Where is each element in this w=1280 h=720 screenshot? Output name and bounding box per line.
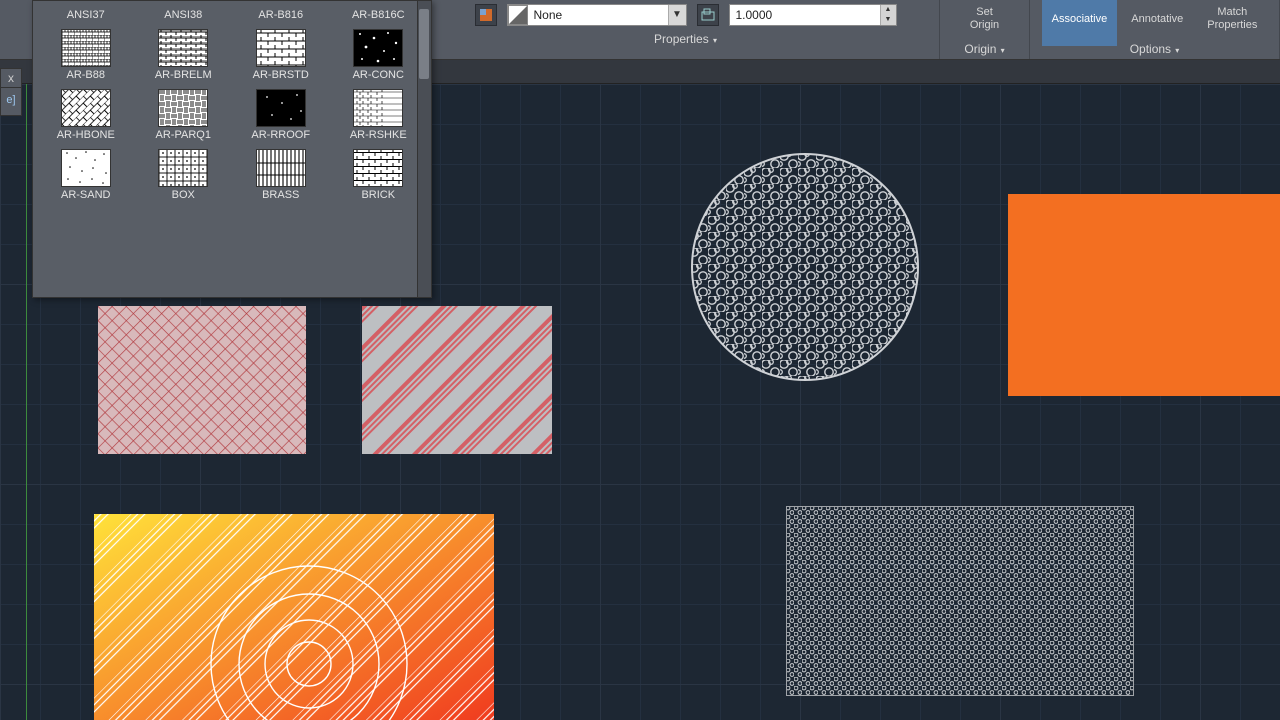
hatch-rect-orange[interactable] — [1008, 194, 1280, 396]
pattern-item[interactable]: BRASS — [234, 147, 328, 203]
pattern-swatch — [61, 149, 111, 187]
hatch-rect-crosshatch[interactable] — [98, 306, 306, 454]
hatch-rect-gradient[interactable] — [94, 514, 494, 720]
hatch-circle-honeycomb[interactable] — [690, 152, 920, 382]
spinner[interactable]: ▲▼ — [880, 5, 896, 25]
scrollbar[interactable] — [417, 1, 431, 297]
pattern-swatch — [353, 29, 403, 67]
pattern-item[interactable]: AR-B816 — [234, 5, 328, 23]
pattern-swatch — [158, 149, 208, 187]
pattern-item[interactable]: AR-BRELM — [137, 27, 231, 83]
pattern-item[interactable]: BOX — [137, 147, 231, 203]
pattern-item[interactable]: AR-RROOF — [234, 87, 328, 143]
pattern-item[interactable]: AR-CONC — [332, 27, 426, 83]
pattern-item[interactable]: AR-RSHKE — [332, 87, 426, 143]
pattern-item[interactable]: AR-HBONE — [39, 87, 133, 143]
hatch-rect-diagonal[interactable] — [362, 306, 552, 454]
pattern-item[interactable]: AR-B816C — [332, 5, 426, 23]
chevron-down-icon: ▾ — [711, 36, 717, 45]
close-icon[interactable]: x — [1, 69, 21, 88]
pattern-swatch — [158, 29, 208, 67]
scale-icon[interactable] — [697, 4, 719, 26]
pattern-item[interactable]: AR-BRSTD — [234, 27, 328, 83]
app-root: { "ribbon": { "fill_value": "None", "sca… — [0, 0, 1280, 720]
associative-button[interactable]: Associative — [1042, 0, 1118, 46]
pattern-item[interactable]: AR-B88 — [39, 27, 133, 83]
hatch-fill-dropdown[interactable]: None ▼ — [507, 4, 687, 26]
background-color-icon[interactable] — [475, 4, 497, 26]
pattern-swatch — [256, 29, 306, 67]
pattern-swatch — [158, 89, 208, 127]
pattern-item[interactable]: AR-SAND — [39, 147, 133, 203]
tab-label: e] — [1, 88, 21, 112]
set-origin-button[interactable]: Set Origin — [960, 2, 1009, 36]
fill-none-chip-icon — [508, 5, 528, 25]
hatch-rect-hexdots[interactable] — [786, 506, 1134, 696]
origin-panel-label[interactable]: Origin ▾ — [964, 42, 1004, 56]
pattern-item[interactable]: AR-PARQ1 — [137, 87, 231, 143]
pattern-swatch — [256, 149, 306, 187]
annotative-button[interactable]: Annotative — [1121, 0, 1193, 46]
drawing-tab[interactable]: x e] — [0, 68, 22, 116]
scale-value: 1.0000 — [730, 8, 880, 22]
pattern-swatch — [353, 89, 403, 127]
chevron-down-icon: ▾ — [1173, 46, 1179, 55]
pattern-swatch — [256, 89, 306, 127]
hatch-pattern-picker[interactable]: ANSI37 ANSI38 AR-B816 AR-B816C AR-B88 AR… — [32, 0, 432, 298]
fill-value: None — [528, 8, 668, 22]
hatch-scale-input[interactable]: 1.0000 ▲▼ — [729, 4, 897, 26]
chevron-down-icon: ▾ — [998, 46, 1004, 55]
pattern-swatch — [353, 149, 403, 187]
chevron-down-icon[interactable]: ▼ — [668, 5, 686, 25]
pattern-item[interactable]: ANSI38 — [137, 5, 231, 23]
pattern-swatch — [61, 89, 111, 127]
properties-panel-label[interactable]: Properties ▾ — [654, 32, 717, 46]
match-properties-button[interactable]: MatchProperties — [1197, 0, 1267, 46]
pattern-item[interactable]: ANSI37 — [39, 5, 133, 23]
pattern-swatch — [61, 29, 111, 67]
options-panel-label[interactable]: Options ▾ — [1130, 42, 1180, 56]
pattern-item[interactable]: BRICK — [332, 147, 426, 203]
scroll-thumb[interactable] — [419, 9, 429, 79]
y-axis — [26, 84, 27, 720]
